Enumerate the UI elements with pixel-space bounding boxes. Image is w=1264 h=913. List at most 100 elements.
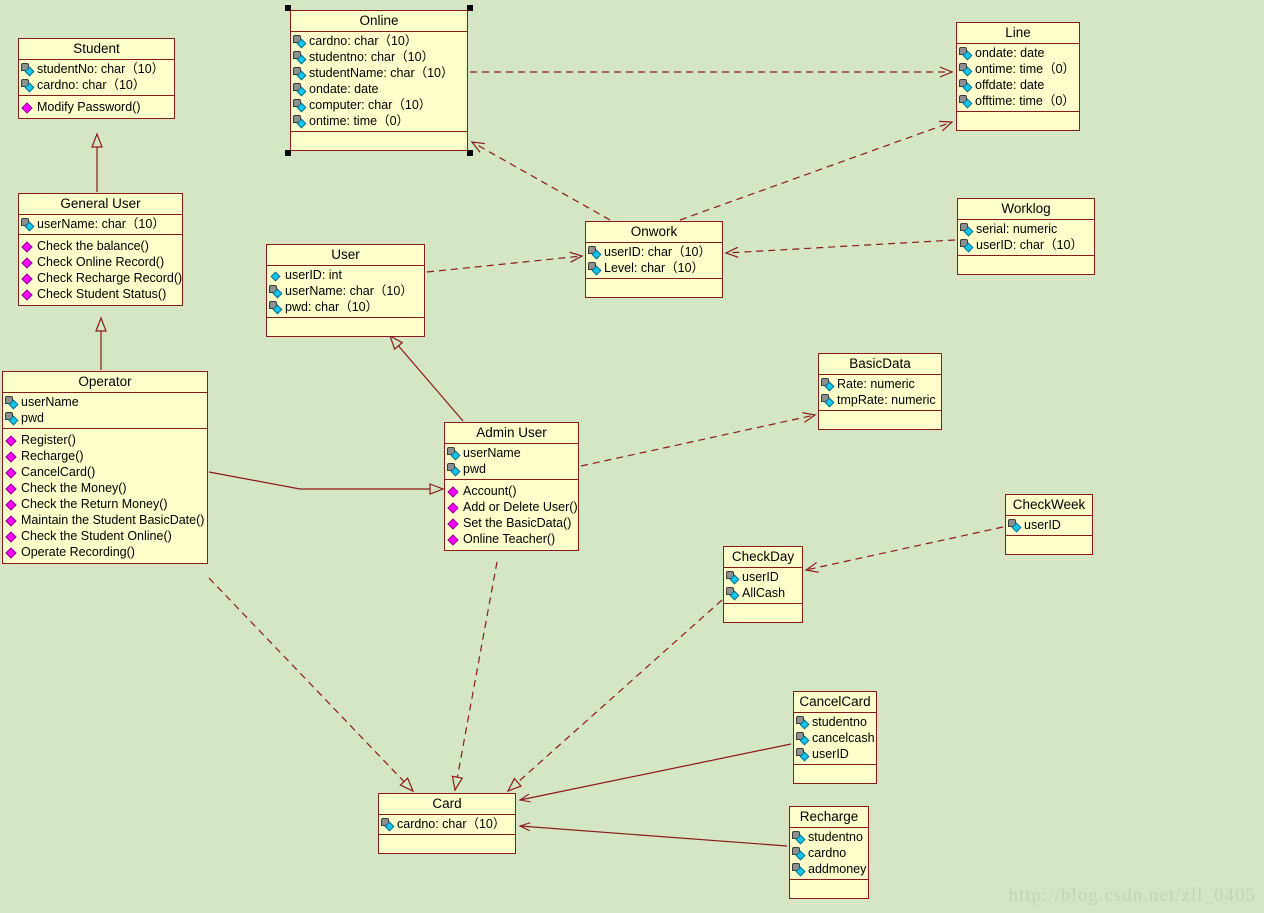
operation-icon — [5, 450, 20, 463]
class-operations-generaluser: Check the balance() Check Online Record()… — [19, 235, 182, 305]
operation-label: Modify Password() — [37, 100, 141, 114]
edge-adminuser-user — [388, 334, 464, 422]
uml-class-card[interactable]: Card cardno: char（10） — [378, 793, 516, 854]
operation-icon — [447, 533, 462, 546]
operation-row: Modify Password() — [21, 99, 172, 115]
uml-class-checkday[interactable]: CheckDay userID AllCash — [723, 546, 803, 623]
class-attributes-basicdata: Rate: numeric tmpRate: numeric — [819, 375, 941, 411]
operation-row: Set the BasicData() — [447, 515, 576, 531]
attribute-row: pwd — [447, 461, 576, 477]
operation-row: Check Student Status() — [21, 286, 180, 302]
attribute-row: ondate: date — [959, 45, 1077, 61]
key-attribute-icon — [726, 586, 741, 600]
key-attribute-icon — [21, 62, 36, 76]
key-attribute-icon — [792, 862, 807, 876]
attribute-row: userName — [447, 445, 576, 461]
edge-checkday-card — [506, 599, 723, 793]
uml-class-operator[interactable]: Operator userName pwd Register() Recharge() C… — [2, 371, 208, 564]
operation-icon — [5, 514, 20, 527]
uml-class-student[interactable]: Student studentNo: char（10） cardno: char（1… — [18, 38, 175, 119]
operation-row: Check the Money() — [5, 480, 205, 496]
attribute-label: cardno: char（10） — [309, 34, 418, 48]
attribute-row: cancelcash — [796, 730, 875, 746]
class-operations-worklog — [958, 256, 1094, 274]
attribute-row: studentno — [792, 829, 866, 845]
class-operations-cancelcard — [794, 765, 876, 783]
class-attributes-online: cardno: char（10） studentno: char（10） stude… — [291, 32, 467, 132]
uml-class-basicdata[interactable]: BasicData Rate: numeric tmpRate: numeric — [818, 353, 942, 430]
attribute-label: computer: char（10） — [309, 98, 432, 112]
operation-row: Register() — [5, 432, 205, 448]
operation-row: Recharge() — [5, 448, 205, 464]
uml-class-online[interactable]: Online cardno: char（10） studentno: char（10… — [290, 10, 468, 151]
class-attributes-generaluser: userName: char（10） — [19, 215, 182, 235]
edge-onwork-line — [679, 120, 954, 221]
attribute-row: offtime: time（0） — [959, 93, 1077, 109]
class-attributes-recharge: studentno cardno addmoney — [790, 828, 868, 880]
class-attributes-card: cardno: char（10） — [379, 815, 515, 835]
attribute-label: offtime: time（0） — [975, 94, 1075, 108]
class-operations-checkday — [724, 604, 802, 622]
attribute-label: studentno: char（10） — [309, 50, 435, 64]
edge-adminuser-basicdata — [580, 412, 817, 467]
operation-row: Check the Return Money() — [5, 496, 205, 512]
uml-class-cancelcard[interactable]: CancelCard studentno cancelcash userID — [793, 691, 877, 784]
operation-icon — [21, 288, 36, 301]
attribute-row: userID: char（10） — [960, 237, 1092, 253]
uml-class-line[interactable]: Line ondate: date ontime: time（0） offdate: … — [956, 22, 1080, 131]
class-operations-card — [379, 835, 515, 853]
uml-class-worklog[interactable]: Worklog serial: numeric userID: char（10） — [957, 198, 1095, 275]
class-attributes-checkday: userID AllCash — [724, 568, 802, 604]
uml-class-recharge[interactable]: Recharge studentno cardno addmoney — [789, 806, 869, 899]
attribute-label: Rate: numeric — [837, 377, 915, 391]
edge-user-onwork — [426, 251, 584, 273]
uml-class-adminuser[interactable]: Admin User userName pwd Account() Add or Del… — [444, 422, 579, 551]
attribute-label: userID — [1024, 518, 1061, 532]
attribute-row: studentNo: char（10） — [21, 61, 172, 77]
selection-handle[interactable] — [285, 150, 291, 156]
attribute-row: AllCash — [726, 585, 800, 601]
key-attribute-icon — [959, 46, 974, 60]
operation-label: Operate Recording() — [21, 545, 135, 559]
uml-class-onwork[interactable]: Onwork userID: char（10） Level: char（10） — [585, 221, 723, 298]
operation-icon — [5, 482, 20, 495]
attribute-label: userID: int — [285, 268, 342, 282]
attribute-row: userName: char（10） — [269, 283, 422, 299]
class-operations-basicdata — [819, 411, 941, 429]
operation-label: Recharge() — [21, 449, 84, 463]
operation-icon — [21, 240, 36, 253]
attribute-label: serial: numeric — [976, 222, 1058, 236]
attribute-label: ondate: date — [309, 82, 379, 96]
class-operations-line — [957, 112, 1079, 130]
attribute-row: serial: numeric — [960, 221, 1092, 237]
attribute-row: userID: char（10） — [588, 244, 720, 260]
operation-row: Check the balance() — [21, 238, 180, 254]
key-attribute-icon — [447, 462, 462, 476]
selection-handle[interactable] — [467, 150, 473, 156]
uml-class-generaluser[interactable]: General User userName: char（10） Check the … — [18, 193, 183, 306]
operation-icon — [5, 546, 20, 559]
operation-label: Check Student Status() — [37, 287, 167, 301]
key-attribute-icon — [293, 34, 308, 48]
selection-handle[interactable] — [285, 5, 291, 11]
edge-onwork-online — [470, 141, 611, 221]
class-operations-recharge — [790, 880, 868, 898]
class-attributes-adminuser: userName pwd — [445, 444, 578, 480]
key-attribute-icon — [293, 50, 308, 64]
attribute-label: Level: char（10） — [604, 261, 705, 275]
key-attribute-icon — [293, 82, 308, 96]
uml-class-checkweek[interactable]: CheckWeek userID — [1005, 494, 1093, 555]
key-attribute-icon — [588, 261, 603, 275]
operation-label: Maintain the Student BasicDate() — [21, 513, 205, 527]
attribute-row: userID — [1008, 517, 1090, 533]
key-attribute-icon — [726, 570, 741, 584]
key-attribute-icon — [959, 62, 974, 76]
class-operations-user — [267, 318, 424, 336]
operation-label: Set the BasicData() — [463, 516, 572, 530]
attribute-row: pwd: char（10） — [269, 299, 422, 315]
class-name-card: Card — [379, 794, 515, 815]
uml-class-user[interactable]: User userID: int userName: char（10） pwd: ch… — [266, 244, 425, 337]
key-attribute-icon — [821, 393, 836, 407]
selection-handle[interactable] — [467, 5, 473, 11]
attribute-row: ontime: time（0） — [293, 113, 465, 129]
